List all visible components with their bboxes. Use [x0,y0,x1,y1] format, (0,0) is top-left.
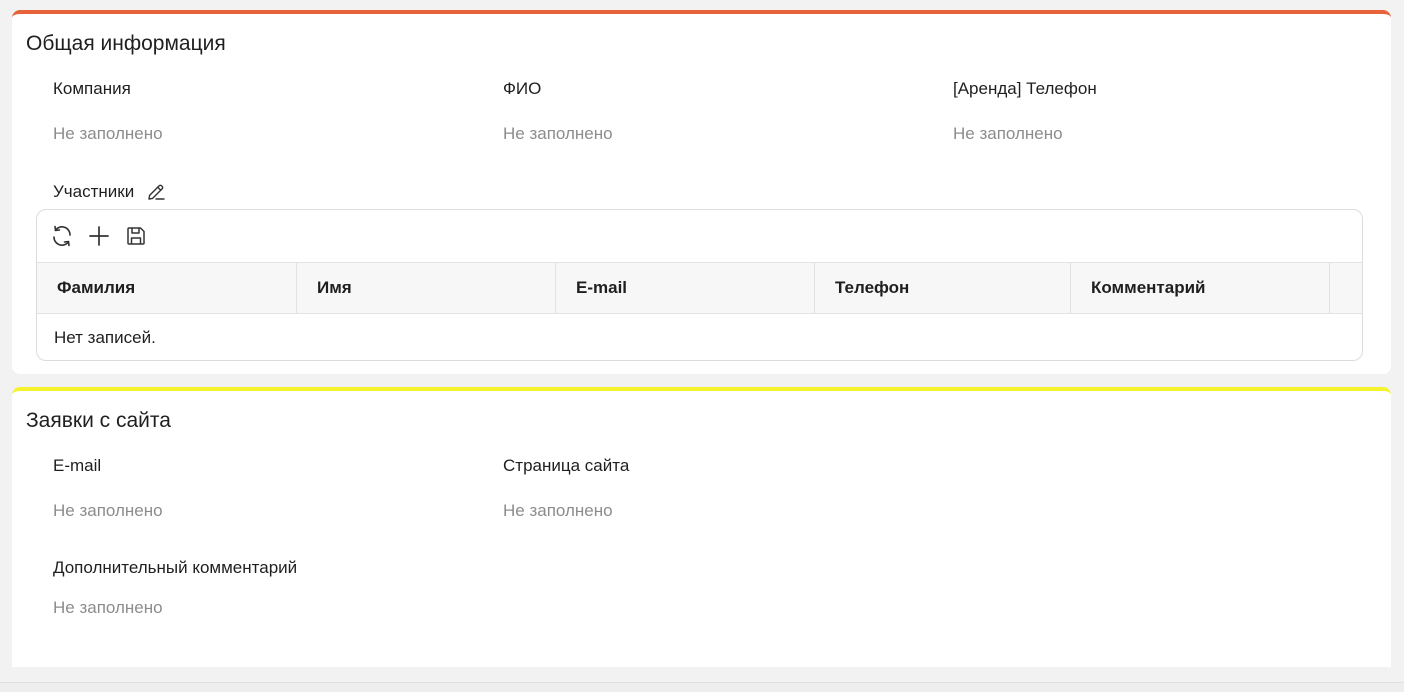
general-info-title: Общая информация [26,32,226,55]
column-header-spacer [1330,263,1362,313]
site-requests-title: Заявки с сайта [26,409,171,432]
full-name-value[interactable]: Не заполнено [503,124,613,144]
empty-records-message: Нет записей. [54,328,156,347]
pencil-icon[interactable] [146,182,166,202]
site-requests-card: Заявки с сайта E-mail Не заполнено Стран… [12,387,1391,667]
participants-table: Фамилия Имя E-mail Телефон Комментарий Н… [36,209,1363,361]
email-value[interactable]: Не заполнено [53,501,163,521]
column-header-email[interactable]: E-mail [556,263,815,313]
extra-comment-value[interactable]: Не заполнено [53,598,163,618]
plus-icon[interactable] [86,223,112,249]
general-info-card: Общая информация Компания Не заполнено Ф… [12,10,1391,374]
refresh-icon[interactable] [49,223,75,249]
column-header-first-name[interactable]: Имя [297,263,556,313]
extra-comment-label: Дополнительный комментарий [53,558,298,577]
participants-header-row: Фамилия Имя E-mail Телефон Комментарий [37,262,1362,314]
site-page-value[interactable]: Не заполнено [503,501,613,521]
site-page-label: Страница сайта [503,456,630,475]
column-header-last-name[interactable]: Фамилия [37,263,297,313]
rent-phone-value[interactable]: Не заполнено [953,124,1063,144]
column-header-phone[interactable]: Телефон [815,263,1071,313]
participants-toolbar [37,210,1362,262]
rent-phone-label: [Аренда] Телефон [953,79,1097,98]
participants-header: Участники [53,182,166,202]
full-name-label: ФИО [503,79,542,98]
participants-label: Участники [53,182,135,201]
email-label: E-mail [53,456,102,475]
company-value[interactable]: Не заполнено [53,124,163,144]
column-header-comment[interactable]: Комментарий [1071,263,1330,313]
company-label: Компания [53,79,131,98]
save-icon[interactable] [123,223,149,249]
